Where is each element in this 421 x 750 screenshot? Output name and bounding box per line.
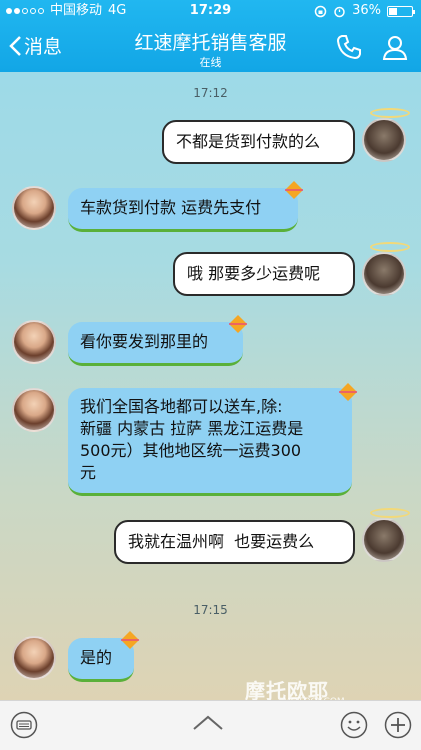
chat-bubble-sent[interactable]: 哦 那要多少运费呢 [173, 252, 355, 296]
phone-icon[interactable] [335, 33, 363, 61]
chat-bubble-sent[interactable]: 我就在温州啊 也要运费么 [114, 520, 355, 564]
halo-decoration [370, 508, 410, 518]
message-text: 不都是货到付款的么 [176, 132, 321, 151]
kite-icon [121, 631, 139, 649]
status-right: 36% [314, 0, 415, 22]
avatar-self[interactable] [362, 118, 406, 162]
kite-icon [339, 383, 357, 401]
message-text: 车款货到付款 运费先支付 [80, 198, 262, 217]
halo-decoration [370, 108, 410, 118]
status-bar: 中国移动 4G 17:29 36% [0, 0, 421, 22]
timestamp: 17:15 [193, 603, 228, 617]
halo-decoration [370, 242, 410, 252]
plus-icon[interactable] [384, 711, 412, 739]
message-text: 看你要发到那里的 [80, 332, 209, 351]
kite-icon [285, 181, 303, 199]
kite-icon [229, 315, 247, 333]
emoji-icon[interactable] [340, 711, 368, 739]
timestamp: 17:12 [193, 86, 228, 100]
nav-bar: 消息 红速摩托销售客服 在线 [0, 22, 421, 72]
chat-bubble-received[interactable]: 看你要发到那里的 [68, 322, 243, 366]
input-toolbar [0, 700, 421, 750]
chat-bubble-received[interactable]: 我们全国各地都可以送车,除: 新疆 内蒙古 拉萨 黑龙江运费是 500元）其他地… [68, 388, 352, 496]
avatar-agent[interactable] [12, 186, 56, 230]
rotation-lock-icon [314, 5, 327, 17]
avatar-self[interactable] [362, 518, 406, 562]
chat-bubble-sent[interactable]: 不都是货到付款的么 [162, 120, 355, 164]
battery-percent: 36% [352, 3, 381, 18]
message-text: 我们全国各地都可以送车,除: 新疆 内蒙古 拉萨 黑龙江运费是 500元）其他地… [80, 397, 304, 482]
message-text: 哦 那要多少运费呢 [187, 264, 321, 283]
avatar-agent[interactable] [12, 320, 56, 364]
avatar-agent[interactable] [12, 636, 56, 680]
alarm-icon [334, 6, 345, 17]
message-text: 我就在温州啊 也要运费么 [128, 532, 315, 551]
chat-bubble-received[interactable]: 车款货到付款 运费先支付 [68, 188, 298, 232]
battery-icon [387, 5, 415, 17]
keyboard-icon[interactable] [10, 711, 38, 739]
message-text: 是的 [80, 648, 113, 667]
avatar-agent[interactable] [12, 388, 56, 432]
chevron-up-icon[interactable] [190, 713, 226, 733]
avatar-self[interactable] [362, 252, 406, 296]
app-header: 中国移动 4G 17:29 36% 消息 红速摩托销售客服 在线 [0, 0, 421, 72]
user-profile-icon[interactable] [381, 33, 409, 61]
